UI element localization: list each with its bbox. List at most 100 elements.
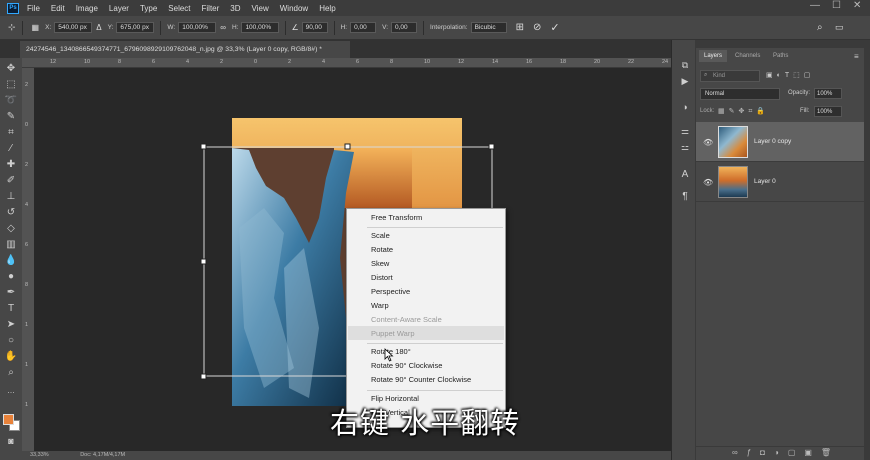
shape-tool-icon[interactable]: ○ bbox=[4, 334, 18, 348]
transform-handle[interactable] bbox=[200, 143, 207, 150]
menu-item-skew[interactable]: Skew bbox=[371, 259, 389, 268]
layer-row-layer-0[interactable]: 👁 Layer 0 bbox=[696, 162, 864, 202]
lock-icons[interactable]: ▦✎✥⌗🔒 bbox=[718, 107, 769, 116]
minimize-icon[interactable]: — bbox=[810, 0, 820, 11]
search-icon[interactable]: ⌕ bbox=[817, 22, 823, 33]
character-panel-icon[interactable]: A bbox=[678, 168, 692, 182]
height-field[interactable]: 100,00% bbox=[241, 22, 280, 33]
x-field[interactable]: 540,00 px bbox=[54, 22, 93, 33]
vskew-label: V: bbox=[382, 24, 389, 31]
menu-item-rotate-90-ccw[interactable]: Rotate 90° Counter Clockwise bbox=[371, 375, 471, 384]
interpolation-select[interactable]: Bicubic bbox=[470, 22, 507, 33]
menu-type[interactable]: Type bbox=[140, 4, 157, 13]
fill-field[interactable]: 100% bbox=[814, 106, 842, 117]
properties-panel-icon[interactable]: ⚌ bbox=[678, 124, 692, 138]
healing-tool-icon[interactable]: ✚ bbox=[4, 158, 18, 172]
width-field[interactable]: 100,00% bbox=[178, 22, 217, 33]
menu-item-scale[interactable]: Scale bbox=[371, 231, 390, 240]
menu-window[interactable]: Window bbox=[280, 4, 308, 13]
pen-tool-icon[interactable]: ✒ bbox=[4, 286, 18, 300]
menu-image[interactable]: Image bbox=[76, 4, 98, 13]
visibility-eye-icon[interactable]: 👁 bbox=[703, 178, 713, 187]
tab-layers[interactable]: Layers bbox=[699, 50, 728, 62]
layer-actions-icons[interactable]: ∞ƒ◘◑▢▣🗑 bbox=[732, 448, 840, 457]
reference-point-icon[interactable]: ▦ bbox=[32, 23, 40, 32]
history-brush-icon[interactable]: ↺ bbox=[4, 206, 18, 220]
hskew-field[interactable]: 0,00 bbox=[350, 22, 377, 33]
menu-layer[interactable]: Layer bbox=[109, 4, 129, 13]
filter-kind-select[interactable]: ⌕ Kind bbox=[700, 70, 760, 82]
zoom-level[interactable]: 33,33% bbox=[30, 452, 49, 458]
commit-transform-icon[interactable]: ✓ bbox=[550, 21, 559, 34]
brush-settings-icon[interactable]: ⚍ bbox=[678, 140, 692, 154]
type-tool-icon[interactable]: T bbox=[4, 302, 18, 316]
transform-handle[interactable] bbox=[200, 373, 207, 380]
delta-icon[interactable]: Δ bbox=[96, 23, 101, 32]
quick-mask-icon[interactable]: ◙ bbox=[4, 434, 18, 448]
history-panel-icon[interactable]: ⧉ bbox=[678, 58, 692, 72]
menu-item-free-transform[interactable]: Free Transform bbox=[371, 213, 422, 222]
hand-tool-icon[interactable]: ✋ bbox=[4, 350, 18, 364]
maximize-icon[interactable]: ☐ bbox=[832, 0, 841, 11]
zoom-tool-icon[interactable]: ⌕ bbox=[4, 366, 18, 380]
angle-field[interactable]: 90,00 bbox=[301, 22, 328, 33]
tab-paths[interactable]: Paths bbox=[768, 50, 793, 62]
move-tool-icon[interactable]: ✥ bbox=[4, 62, 18, 76]
menu-item-warp[interactable]: Warp bbox=[371, 301, 389, 310]
dodge-tool-icon[interactable]: ● bbox=[4, 270, 18, 284]
foreground-color-swatch[interactable] bbox=[3, 414, 14, 425]
panel-menu-icon[interactable]: ≡ bbox=[854, 52, 859, 61]
transform-handle[interactable] bbox=[344, 143, 351, 150]
x-label: X: bbox=[45, 24, 52, 31]
crop-tool-icon[interactable]: ⌗ bbox=[4, 126, 18, 140]
menu-select[interactable]: Select bbox=[168, 4, 190, 13]
warp-mode-icon[interactable]: ⊞ bbox=[516, 22, 524, 33]
stamp-tool-icon[interactable]: ⊥ bbox=[4, 190, 18, 204]
menu-item-distort[interactable]: Distort bbox=[371, 273, 393, 282]
menu-item-rotate[interactable]: Rotate bbox=[371, 245, 393, 254]
eraser-tool-icon[interactable]: ◇ bbox=[4, 222, 18, 236]
menu-item-perspective[interactable]: Perspective bbox=[371, 287, 410, 296]
marquee-tool-icon[interactable]: ⬚ bbox=[4, 78, 18, 92]
layer-name[interactable]: Layer 0 copy bbox=[754, 138, 791, 145]
quick-select-tool-icon[interactable]: ✎ bbox=[4, 110, 18, 124]
cancel-transform-icon[interactable]: ⊘ bbox=[533, 22, 541, 33]
menu-view[interactable]: View bbox=[252, 4, 269, 13]
ruler-tick-label: 1 bbox=[25, 402, 29, 408]
adjustments-panel-icon[interactable]: ◑ bbox=[678, 100, 692, 114]
vskew-field[interactable]: 0,00 bbox=[391, 22, 418, 33]
transform-tool-icon[interactable]: ⊹ bbox=[8, 22, 16, 33]
menu-filter[interactable]: Filter bbox=[202, 4, 220, 13]
brush-tool-icon[interactable]: ✐ bbox=[4, 174, 18, 188]
menu-edit[interactable]: Edit bbox=[51, 4, 65, 13]
layer-filter-icons[interactable]: ▣◐T⬚▢ bbox=[766, 71, 814, 79]
menu-item-rotate-90-cw[interactable]: Rotate 90° Clockwise bbox=[371, 361, 442, 370]
y-label: Y: bbox=[107, 24, 114, 31]
path-select-tool-icon[interactable]: ➤ bbox=[4, 318, 18, 332]
eyedropper-tool-icon[interactable]: ⁄ bbox=[4, 142, 18, 156]
document-tab[interactable]: 24274546_1340866549374771_67960989291097… bbox=[20, 41, 350, 58]
y-field[interactable]: 675,00 px bbox=[116, 22, 155, 33]
layer-row-layer-0-copy[interactable]: 👁 Layer 0 copy bbox=[696, 122, 864, 162]
blur-tool-icon[interactable]: 💧 bbox=[4, 254, 18, 268]
visibility-eye-icon[interactable]: 👁 bbox=[703, 138, 713, 147]
paragraph-panel-icon[interactable]: ¶ bbox=[678, 190, 692, 204]
workspace-icon[interactable]: ▭ bbox=[835, 22, 844, 33]
menu-3d[interactable]: 3D bbox=[230, 4, 240, 13]
tab-channels[interactable]: Channels bbox=[730, 50, 765, 62]
interpolation-label: Interpolation: bbox=[430, 24, 468, 31]
menu-help[interactable]: Help bbox=[319, 4, 335, 13]
gradient-tool-icon[interactable]: ▥ bbox=[4, 238, 18, 252]
ruler-tick-label: 6 bbox=[25, 242, 29, 248]
blend-mode-select[interactable]: Normal bbox=[700, 88, 780, 100]
menu-file[interactable]: File bbox=[27, 4, 40, 13]
lasso-tool-icon[interactable]: ➰ bbox=[4, 94, 18, 108]
transform-handle[interactable] bbox=[488, 143, 495, 150]
close-icon[interactable]: ✕ bbox=[853, 0, 861, 11]
more-tools-icon[interactable]: … bbox=[4, 384, 18, 398]
link-icon[interactable]: ∞ bbox=[220, 23, 226, 32]
layer-name[interactable]: Layer 0 bbox=[754, 178, 776, 185]
opacity-field[interactable]: 100% bbox=[814, 88, 842, 99]
transform-handle[interactable] bbox=[200, 258, 207, 265]
actions-panel-icon[interactable]: ▶ bbox=[678, 74, 692, 88]
